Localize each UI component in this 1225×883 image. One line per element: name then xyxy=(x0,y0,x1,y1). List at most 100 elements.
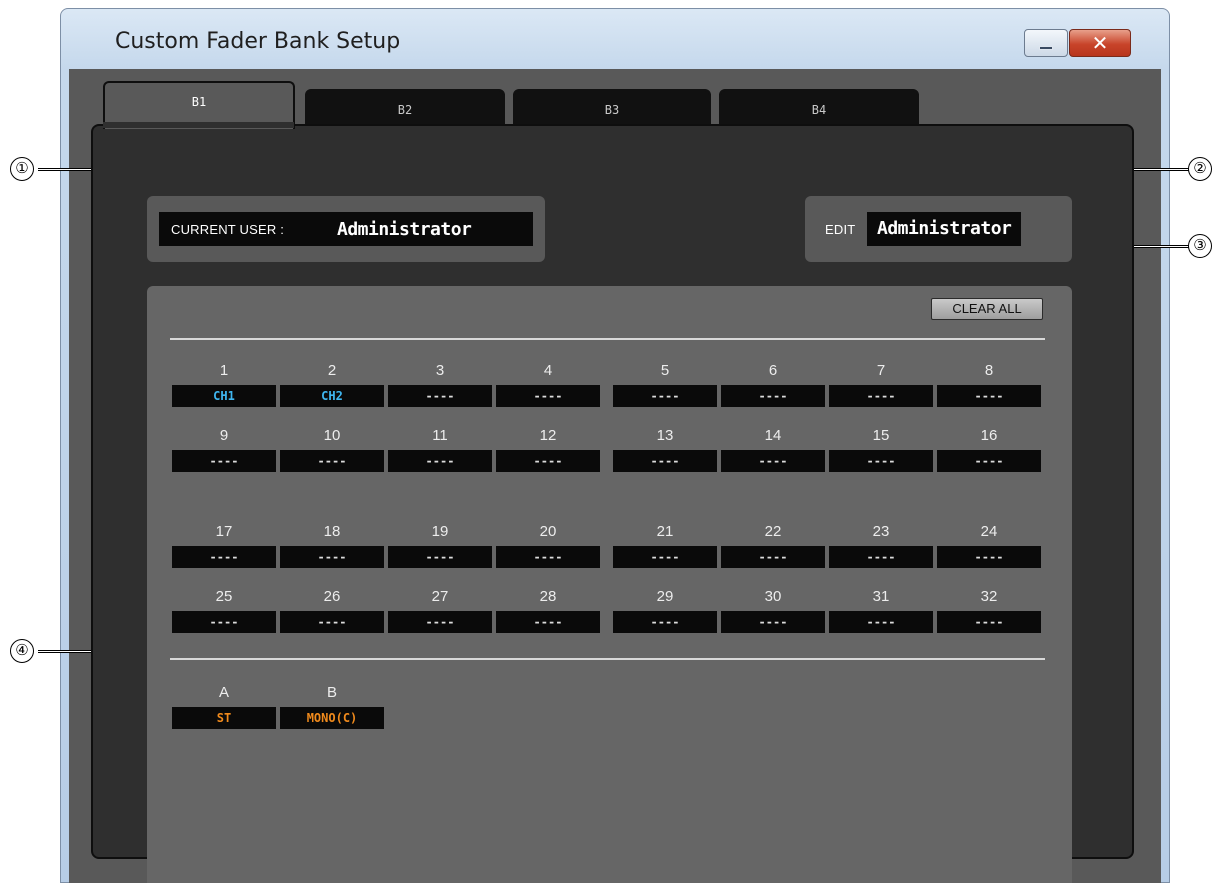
window-title: Custom Fader Bank Setup xyxy=(115,29,401,54)
current-user-display: CURRENT USER : Administrator xyxy=(159,212,533,246)
tab-b4[interactable]: B4 xyxy=(719,89,919,127)
fader-assign-field[interactable]: ---- xyxy=(613,546,717,568)
master-assign-field[interactable]: MONO(C) xyxy=(280,707,384,729)
fader-slot: 21 ---- xyxy=(613,522,717,568)
fader-slot: 24 ---- xyxy=(937,522,1041,568)
fader-assign-field[interactable]: ---- xyxy=(172,611,276,633)
fader-slot: 13 ---- xyxy=(613,426,717,472)
fader-number: 12 xyxy=(539,427,557,444)
callout-1: ① xyxy=(10,157,34,181)
fader-assign-field[interactable]: ---- xyxy=(721,385,825,407)
title-bar[interactable]: Custom Fader Bank Setup ✕ xyxy=(61,9,1169,71)
fader-assign-field[interactable]: ---- xyxy=(721,546,825,568)
fader-assign-field[interactable]: ---- xyxy=(496,450,600,472)
fader-slot: 19 ---- xyxy=(388,522,492,568)
fader-assign-field[interactable]: ---- xyxy=(829,546,933,568)
fader-assign-field[interactable]: ---- xyxy=(829,611,933,633)
fader-number: 15 xyxy=(872,427,890,444)
fader-number: 10 xyxy=(323,427,341,444)
fader-assign-field[interactable]: CH2 xyxy=(280,385,384,407)
tab-label: B3 xyxy=(604,103,620,117)
fader-slot: 14 ---- xyxy=(721,426,825,472)
master-label: B xyxy=(326,684,337,701)
fader-number: 5 xyxy=(660,362,670,379)
fader-assign-field[interactable]: ---- xyxy=(388,546,492,568)
tab-b2[interactable]: B2 xyxy=(305,89,505,127)
active-tab-join xyxy=(103,122,294,128)
fader-assign-field[interactable]: ---- xyxy=(388,450,492,472)
fader-slot: 10 ---- xyxy=(280,426,384,472)
client-area: B1 B2 B3 B4 CURRENT USER : Administrator… xyxy=(69,69,1161,883)
tab-b3[interactable]: B3 xyxy=(513,89,711,127)
divider-bottom xyxy=(170,658,1045,660)
fader-number: 8 xyxy=(984,362,994,379)
fader-assign-field[interactable]: ---- xyxy=(613,611,717,633)
fader-assign-field[interactable]: ---- xyxy=(721,450,825,472)
fader-assign-field[interactable]: ---- xyxy=(496,546,600,568)
callout-2: ② xyxy=(1188,157,1212,181)
fader-number: 18 xyxy=(323,523,341,540)
fader-assign-field[interactable]: ---- xyxy=(937,611,1041,633)
fader-assign-field[interactable]: ---- xyxy=(388,611,492,633)
fader-number: 2 xyxy=(327,362,337,379)
fader-number: 11 xyxy=(432,427,448,444)
fader-slot: 28 ---- xyxy=(496,587,600,633)
fader-assign-field[interactable]: ---- xyxy=(172,450,276,472)
fader-slot: 7 ---- xyxy=(829,361,933,407)
fader-slot: 22 ---- xyxy=(721,522,825,568)
fader-assign-field[interactable]: ---- xyxy=(937,385,1041,407)
fader-assign-field[interactable]: ---- xyxy=(613,385,717,407)
fader-number: 26 xyxy=(323,588,341,605)
callout-3: ③ xyxy=(1188,234,1212,258)
fader-assign-field[interactable]: ---- xyxy=(172,546,276,568)
edit-user-value[interactable]: Administrator xyxy=(867,212,1022,246)
fader-assign-field[interactable]: ---- xyxy=(496,611,600,633)
fader-assign-field[interactable]: ---- xyxy=(388,385,492,407)
fader-slot: 16 ---- xyxy=(937,426,1041,472)
fader-number: 9 xyxy=(219,427,229,444)
tab-label: B2 xyxy=(397,103,413,117)
fader-assign-field[interactable]: ---- xyxy=(496,385,600,407)
fader-slot: 20 ---- xyxy=(496,522,600,568)
fader-slot: 17 ---- xyxy=(172,522,276,568)
edit-user-box: EDIT Administrator xyxy=(805,196,1072,262)
fader-slot: 31 ---- xyxy=(829,587,933,633)
fader-number: 16 xyxy=(980,427,998,444)
fader-slot: 12 ---- xyxy=(496,426,600,472)
tab-panel-b1: CURRENT USER : Administrator EDIT Admini… xyxy=(91,124,1134,883)
current-user-label: CURRENT USER : xyxy=(171,221,285,237)
clear-all-button[interactable]: CLEAR ALL xyxy=(931,298,1043,320)
fader-slot: 27 ---- xyxy=(388,587,492,633)
close-button[interactable]: ✕ xyxy=(1069,29,1131,57)
fader-slot: 15 ---- xyxy=(829,426,933,472)
edit-label: EDIT xyxy=(825,221,856,237)
fader-assign-field[interactable]: ---- xyxy=(280,546,384,568)
master-assign-field[interactable]: ST xyxy=(172,707,276,729)
fader-slot: 9 ---- xyxy=(172,426,276,472)
fader-assign-field[interactable]: CH1 xyxy=(172,385,276,407)
fader-assign-field[interactable]: ---- xyxy=(721,611,825,633)
divider-top xyxy=(170,338,1045,340)
fader-assign-field[interactable]: ---- xyxy=(280,450,384,472)
fader-assign-field[interactable]: ---- xyxy=(829,385,933,407)
master-slot: B MONO(C) xyxy=(280,683,384,729)
current-user-value: Administrator xyxy=(337,218,472,240)
fader-slot: 4 ---- xyxy=(496,361,600,407)
fader-slot: 25 ---- xyxy=(172,587,276,633)
master-label: A xyxy=(218,684,229,701)
fader-assign-field[interactable]: ---- xyxy=(937,450,1041,472)
fader-assign-field[interactable]: ---- xyxy=(829,450,933,472)
fader-slot: 2 CH2 xyxy=(280,361,384,407)
minimize-button[interactable] xyxy=(1024,29,1068,57)
fader-assign-field[interactable]: ---- xyxy=(937,546,1041,568)
fader-number: 25 xyxy=(215,588,233,605)
fader-assign-field[interactable]: ---- xyxy=(613,450,717,472)
tab-label: B4 xyxy=(811,103,827,117)
fader-slot: 11 ---- xyxy=(388,426,492,472)
fader-slot: 26 ---- xyxy=(280,587,384,633)
fader-number: 17 xyxy=(215,523,233,540)
fader-number: 14 xyxy=(764,427,782,444)
fader-number: 23 xyxy=(872,523,890,540)
fader-assign-field[interactable]: ---- xyxy=(280,611,384,633)
fader-number: 20 xyxy=(539,523,557,540)
